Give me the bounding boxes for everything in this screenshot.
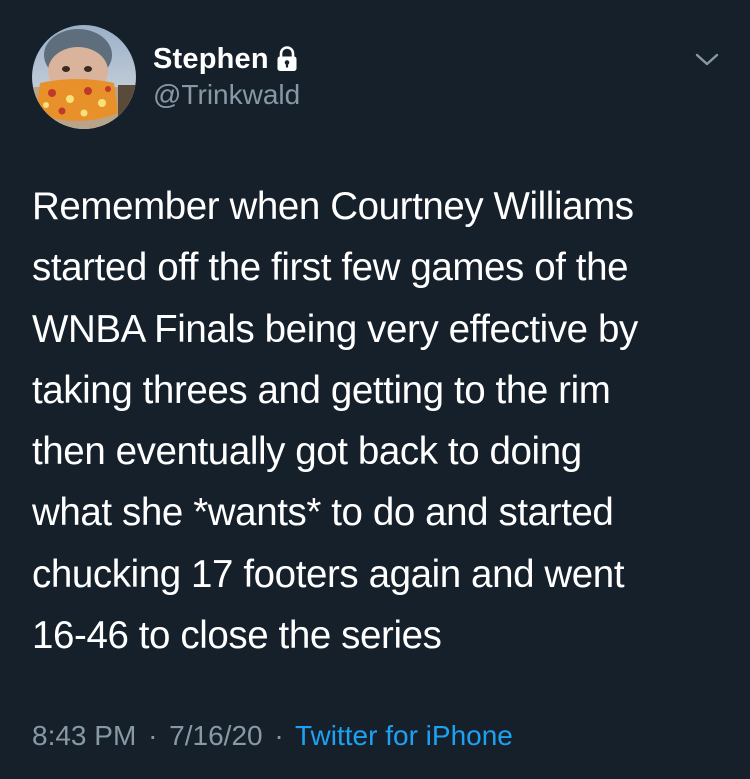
tweet-date[interactable]: 7/16/20 [169,720,262,751]
avatar[interactable] [32,25,136,129]
avatar-photo [32,25,136,129]
user-handle[interactable]: @Trinkwald [153,78,300,112]
meta-separator: · [274,720,284,751]
chevron-down-icon[interactable] [692,48,722,70]
tweet-text: Remember when Courtney Williams started … [32,185,638,658]
tweet-source-link[interactable]: Twitter for iPhone [295,720,513,751]
meta-separator: · [148,720,158,751]
tweet-card: Stephen @Trinkwald Remember when Courtne… [0,0,750,779]
tweet-metadata: 8:43 PM · 7/16/20 · Twitter for iPhone [32,716,513,756]
display-name[interactable]: Stephen [153,42,269,76]
tweet-time[interactable]: 8:43 PM [32,720,136,751]
lock-icon [276,46,298,72]
name-row: Stephen [153,42,298,76]
